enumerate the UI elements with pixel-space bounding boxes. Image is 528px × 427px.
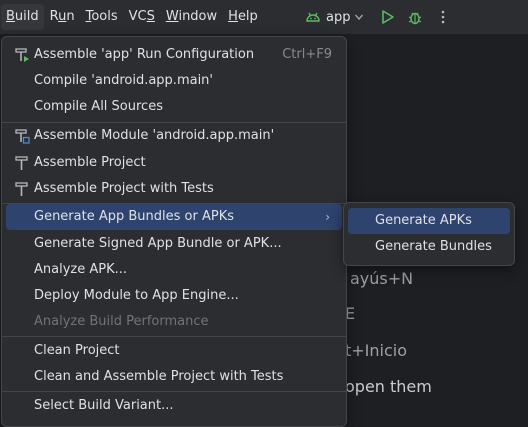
- menu-item-clean-assemble-tests[interactable]: Clean and Assemble Project with Tests: [6, 364, 342, 390]
- menu-item-label: Generate App Bundles or APKs: [34, 209, 235, 224]
- menu-item-assemble-module[interactable]: Assemble Module 'android.app.main': [6, 123, 342, 149]
- hammer-icon: [15, 156, 28, 170]
- menu-item-label: Compile 'android.app.main': [34, 73, 213, 88]
- main-toolbar: app: [300, 0, 452, 34]
- menu-help[interactable]: Help: [223, 4, 263, 30]
- menu-separator: [2, 336, 346, 337]
- menu-item-label: Assemble Module 'android.app.main': [34, 128, 275, 143]
- build-menu-dropdown: Assemble 'app' Run Configuration Ctrl+F9…: [1, 36, 347, 427]
- menu-run[interactable]: Run: [45, 4, 80, 30]
- menu-item-label: Assemble Project: [34, 155, 146, 170]
- submenu-item-label: Generate APKs: [375, 213, 472, 228]
- menu-item-generate-bundles-apks[interactable]: Generate App Bundles or APKs ›: [6, 204, 342, 230]
- menu-item-analyze-build-performance: Analyze Build Performance: [6, 309, 342, 335]
- hammer-icon: [15, 182, 28, 196]
- ide-window: Build Run Tools VCS Window Help app ayús…: [0, 0, 528, 427]
- chevron-down-icon: [355, 14, 364, 21]
- submenu-item-generate-apks[interactable]: Generate APKs: [348, 208, 510, 234]
- menu-item-compile-module[interactable]: Compile 'android.app.main': [6, 68, 342, 94]
- menu-item-label: Assemble Project with Tests: [34, 181, 214, 196]
- chevron-right-icon: ›: [325, 210, 330, 224]
- menu-item-select-build-variant[interactable]: Select Build Variant...: [6, 393, 342, 419]
- debug-icon[interactable]: [406, 8, 424, 26]
- submenu-item-label: Generate Bundles: [375, 239, 492, 254]
- generate-submenu: Generate APKs Generate Bundles: [343, 202, 515, 266]
- menu-item-label: Select Build Variant...: [34, 398, 174, 413]
- menu-item-clean-project[interactable]: Clean Project: [6, 338, 342, 364]
- editor-hint-4: open them: [345, 377, 432, 396]
- editor-hint-1: ayús+N: [350, 269, 414, 288]
- run-icon[interactable]: [378, 8, 396, 26]
- menu-item-assemble-run-config[interactable]: Assemble 'app' Run Configuration Ctrl+F9: [6, 42, 342, 68]
- hammer-module-icon: [15, 129, 30, 144]
- menu-item-assemble-project[interactable]: Assemble Project: [6, 150, 342, 176]
- hammer-run-icon: [15, 48, 29, 62]
- android-icon: [306, 12, 320, 22]
- menu-item-label: Generate Signed App Bundle or APK...: [34, 236, 282, 251]
- menu-item-analyze-apk[interactable]: Analyze APK...: [6, 257, 342, 283]
- run-config-selector[interactable]: app: [300, 8, 368, 26]
- menu-window[interactable]: Window: [161, 4, 222, 30]
- menu-item-assemble-project-tests[interactable]: Assemble Project with Tests: [6, 176, 342, 202]
- menu-item-label: Analyze APK...: [34, 262, 128, 277]
- run-config-label: app: [326, 9, 351, 25]
- menu-item-label: Deploy Module to App Engine...: [34, 288, 239, 303]
- menu-item-shortcut: Ctrl+F9: [282, 47, 332, 62]
- more-options-icon[interactable]: [434, 8, 452, 26]
- menu-item-label: Compile All Sources: [34, 99, 163, 114]
- menu-item-deploy-app-engine[interactable]: Deploy Module to App Engine...: [6, 283, 342, 309]
- menu-separator: [2, 391, 346, 392]
- menu-item-label: Assemble 'app' Run Configuration: [34, 47, 255, 62]
- menu-build[interactable]: Build: [1, 4, 44, 30]
- menu-vcs[interactable]: VCS: [124, 4, 160, 30]
- editor-hint-3: t+Inicio: [345, 341, 408, 360]
- menu-item-generate-signed[interactable]: Generate Signed App Bundle or APK...: [6, 231, 342, 257]
- menu-tools[interactable]: Tools: [81, 4, 123, 30]
- submenu-item-generate-bundles[interactable]: Generate Bundles: [348, 234, 510, 260]
- menu-item-compile-all[interactable]: Compile All Sources: [6, 94, 342, 120]
- menu-item-label: Clean and Assemble Project with Tests: [34, 369, 284, 384]
- menu-item-label: Clean Project: [34, 343, 120, 358]
- menu-item-label: Analyze Build Performance: [34, 314, 209, 329]
